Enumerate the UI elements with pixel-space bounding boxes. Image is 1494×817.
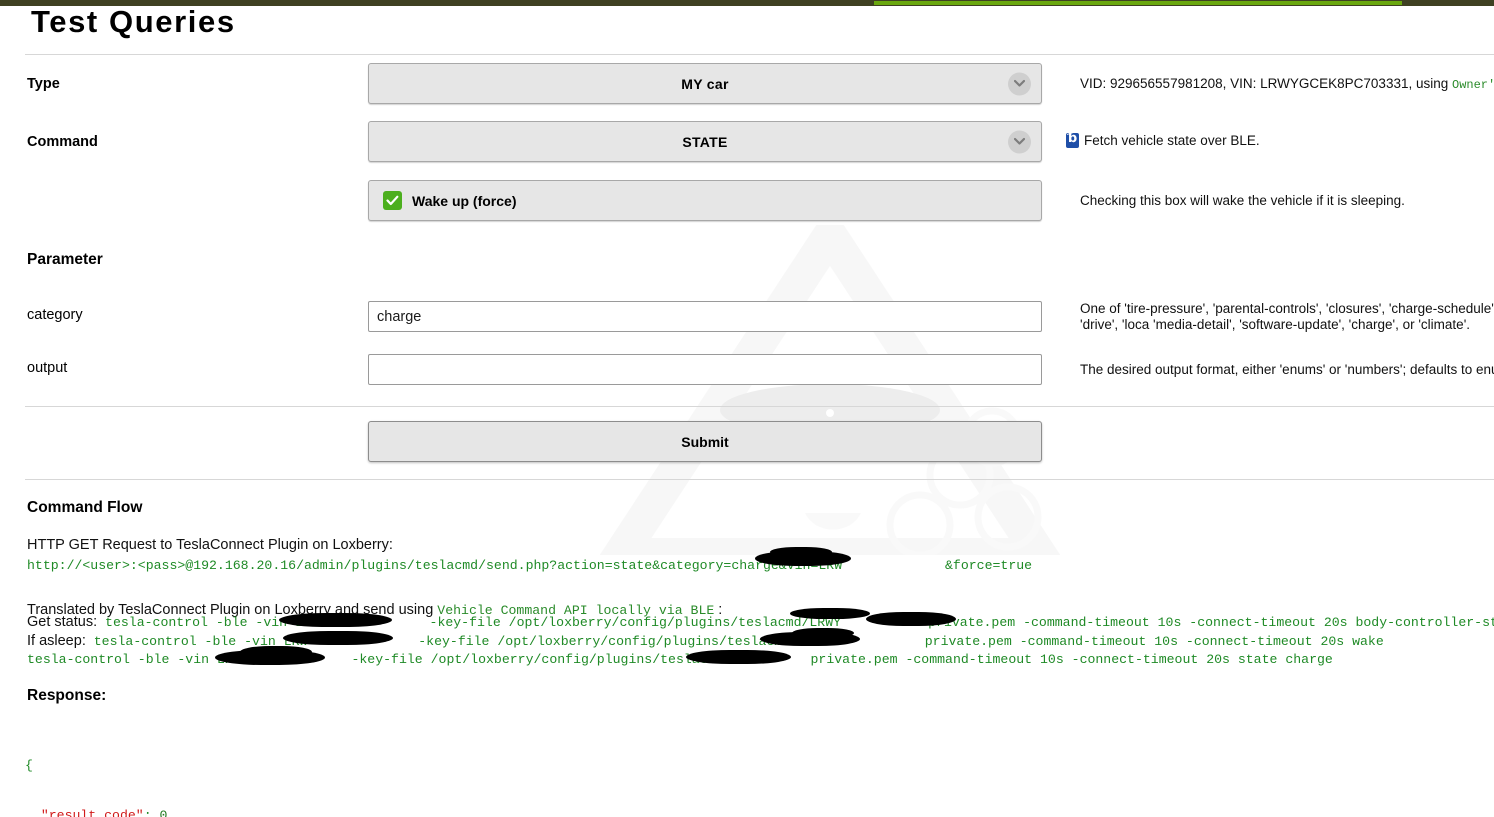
response-heading: Response: (27, 687, 107, 704)
command-label: Command (27, 134, 98, 150)
command-line-tail: private.pem -command-timeout 10s -connec… (924, 634, 1384, 649)
wakeup-checkbox-row[interactable]: Wake up (force) (368, 180, 1042, 221)
type-help-text: VID: 929656557981208, VIN: LRWYGCEK8PC70… (1080, 76, 1452, 91)
category-label: category (27, 307, 83, 323)
redaction-mark (283, 631, 393, 645)
wakeup-label: Wake up (force) (412, 192, 517, 209)
divider-submit-top (25, 406, 1494, 407)
command-help: Fetch vehicle state over BLE. (1066, 133, 1494, 149)
output-help: The desired output format, either 'enums… (1080, 362, 1494, 377)
category-input[interactable] (368, 301, 1042, 332)
type-help: VID: 929656557981208, VIN: LRWYGCEK8PC70… (1080, 76, 1494, 92)
command-line-after: -key-file /opt/loxberry/config/plugins/t… (429, 615, 842, 630)
parameter-heading: Parameter (27, 251, 103, 268)
http-url-after: &force=true (945, 558, 1033, 573)
redaction-mark (790, 608, 870, 619)
json-open-brace: { (25, 758, 33, 774)
checkbox-checked-icon[interactable] (383, 191, 402, 210)
redaction-mark (240, 646, 312, 658)
submit-button[interactable]: Submit (368, 421, 1042, 462)
type-label: Type (27, 76, 60, 92)
loxberry-watermark (600, 225, 1060, 555)
bluetooth-icon (1066, 133, 1079, 148)
response-json: { "result_code": 0, "result_msg": "Done.… (25, 725, 350, 817)
redaction-mark (279, 613, 392, 627)
page-title: Test Queries (31, 4, 236, 39)
type-select[interactable]: MY car (368, 63, 1042, 104)
type-select-value: MY car (681, 75, 729, 92)
http-url-line: http://<user>:<pass>@192.168.20.16/admin… (27, 558, 1032, 573)
output-input[interactable] (368, 354, 1042, 385)
command-line: Get status: tesla-control -ble -vin LRWY… (27, 614, 1494, 630)
redaction-mark (792, 628, 854, 638)
divider-title (25, 54, 1494, 55)
output-label: output (27, 360, 68, 376)
json-entry: "result_code": 0, (40, 807, 176, 817)
command-line-before: tesla-control -ble -vin LRW (27, 652, 241, 667)
command-line-prefix: If asleep: (27, 633, 86, 649)
redaction-mark (866, 612, 956, 626)
command-help-text: Fetch vehicle state over BLE. (1084, 133, 1260, 148)
wakeup-help: Checking this box will wake the vehicle … (1080, 193, 1405, 208)
redaction-mark (770, 547, 832, 557)
chevron-down-icon[interactable] (1008, 130, 1031, 153)
command-line-tail: private.pem -command-timeout 10s -connec… (928, 615, 1494, 630)
redaction-mark (686, 650, 791, 664)
command-line: If asleep: tesla-control -ble -vin LRWYG… (27, 633, 1384, 649)
type-help-mono: Owner's plus Vehi (1452, 78, 1494, 92)
http-intro: HTTP GET Request to TeslaConnect Plugin … (27, 537, 393, 553)
category-help: One of 'tire-pressure', 'parental-contro… (1080, 301, 1494, 332)
command-line-tail: private.pem -command-timeout 10s -connec… (810, 652, 1333, 667)
http-url-before: http://<user>:<pass>@192.168.20.16/admin… (27, 558, 843, 573)
chevron-down-icon[interactable] (1008, 72, 1031, 95)
command-flow-heading: Command Flow (27, 499, 143, 516)
command-line-prefix: Get status: (27, 614, 98, 630)
divider-submit-bottom (25, 479, 1494, 480)
top-bar-accent (874, 1, 1402, 5)
command-select-value: STATE (682, 133, 728, 150)
command-select[interactable]: STATE (368, 121, 1042, 162)
